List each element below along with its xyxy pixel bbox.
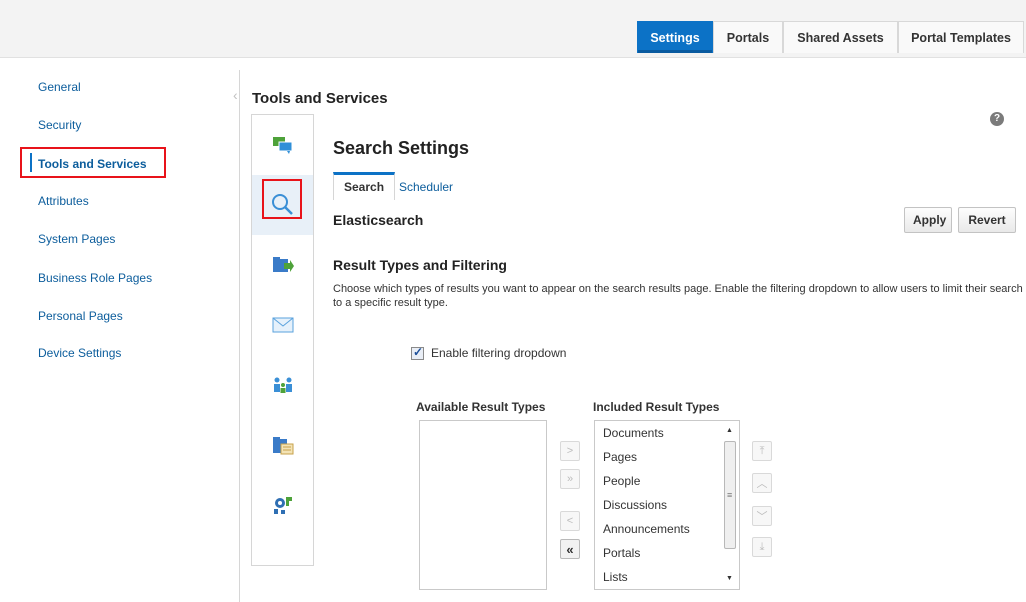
included-heading: Included Result Types [593,400,720,414]
list-item[interactable]: Announcements [603,517,690,541]
selection-highlight [262,179,302,219]
section-title: Tools and Services [252,90,388,107]
result-types-heading: Result Types and Filtering [333,257,507,273]
list-item[interactable]: Pages [603,445,637,469]
search-icon[interactable] [252,175,313,235]
move-all-button[interactable]: » [560,469,580,489]
tab-settings[interactable]: Settings [637,21,713,53]
result-types-description: Choose which types of results you want t… [333,283,1023,309]
scroll-down-icon[interactable]: ▼ [726,575,733,582]
scroll-up-icon[interactable]: ▲ [726,427,733,434]
enable-filtering-row: ✓ Enable filtering dropdown [411,344,567,360]
tab-shared-assets[interactable]: Shared Assets [783,21,898,53]
tab-scheduler[interactable]: Scheduler [389,172,463,200]
move-bottom-button[interactable]: ⤓ [752,537,772,557]
tools-icon-rail [251,114,314,566]
available-result-types-list[interactable] [419,420,547,590]
list-scrollbar[interactable]: ▲ ≡ ▼ [723,423,737,587]
move-top-button[interactable]: ⤒ [752,441,772,461]
move-button[interactable]: > [560,441,580,461]
checkmark-icon: ✓ [413,344,424,359]
sidebar-item-personal-pages[interactable]: Personal Pages [20,301,166,332]
list-item[interactable]: Discussions [603,493,667,517]
list-item[interactable]: Portals [603,541,640,565]
tab-portals[interactable]: Portals [713,21,783,53]
engine-heading: Elasticsearch [333,212,424,228]
grip-icon: ≡ [727,490,733,500]
enable-filtering-checkbox[interactable]: ✓ [411,344,424,360]
list-item[interactable]: Documents [603,421,664,445]
included-result-types-list[interactable]: Documents Pages People Discussions Annou… [594,420,740,590]
sidebar-item-device-settings[interactable]: Device Settings [20,338,166,369]
available-heading: Available Result Types [416,400,546,414]
remove-all-button[interactable]: « [560,539,580,559]
people-icon[interactable] [252,355,313,415]
sidebar-item-business-role-pages[interactable]: Business Role Pages [20,263,166,294]
sidebar-item-security[interactable]: Security [20,110,166,141]
collapse-chevron-icon[interactable]: ‹ [233,87,238,103]
chat-icon[interactable] [252,115,313,175]
settings-puzzle-icon[interactable] [252,475,313,535]
sidebar-item-general[interactable]: General [20,72,166,103]
move-down-button[interactable]: ﹀ [752,506,772,526]
panel-splitter[interactable] [239,70,240,602]
tab-search[interactable]: Search [333,172,396,200]
help-icon[interactable]: ? [990,112,1004,126]
enable-filtering-label: Enable filtering dropdown [431,346,567,360]
page-title: Search Settings [333,138,470,158]
tab-portal-templates[interactable]: Portal Templates [898,21,1024,53]
apply-button[interactable]: Apply [904,207,952,233]
sidebar-item-system-pages[interactable]: System Pages [20,224,166,255]
list-item[interactable]: Lists [603,565,628,589]
top-nav-bar: Settings Portals Shared Assets Portal Te… [0,0,1026,58]
sidebar-item-tools-and-services[interactable]: Tools and Services [20,147,166,178]
scroll-thumb[interactable]: ≡ [724,441,736,549]
folder-export-icon[interactable] [252,235,313,295]
move-up-button[interactable]: ︿ [752,473,772,493]
sidebar-item-attributes[interactable]: Attributes [20,186,166,217]
mail-icon[interactable] [252,295,313,355]
revert-button[interactable]: Revert [958,207,1016,233]
remove-button[interactable]: < [560,511,580,531]
folder-list-icon[interactable] [252,415,313,475]
list-item[interactable]: People [603,469,640,493]
